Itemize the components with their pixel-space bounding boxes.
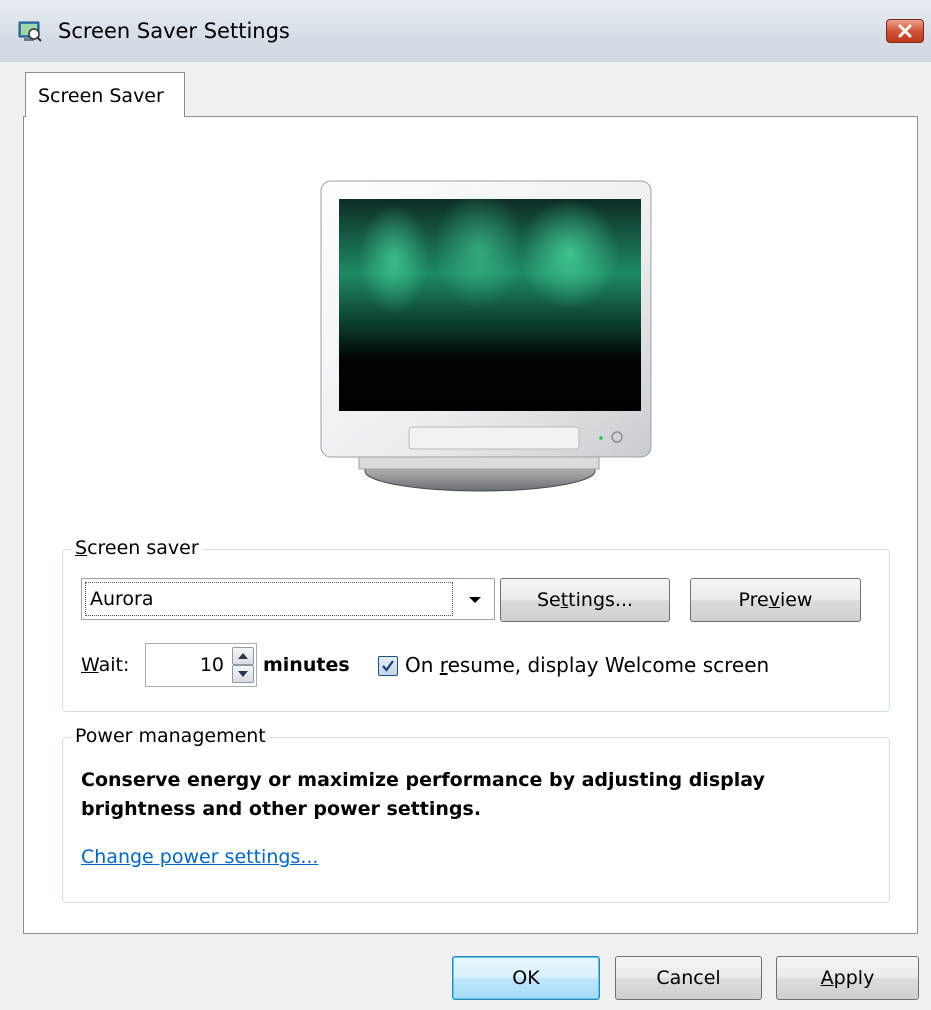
ok-button[interactable]: OK: [452, 956, 600, 1000]
tab-label: Screen Saver: [38, 85, 164, 107]
screen-saver-group: Screen saver Aurora Settings... Preview …: [62, 537, 890, 712]
resume-welcome-checkbox[interactable]: [378, 656, 398, 676]
wait-label: Wait:: [81, 654, 130, 676]
chevron-down-icon: [469, 597, 481, 603]
cancel-button[interactable]: Cancel: [615, 956, 762, 1000]
power-management-group: Power management Conserve energy or maxi…: [62, 725, 890, 903]
resume-welcome-label[interactable]: On resume, display Welcome screen: [405, 653, 769, 677]
dialog-client-area: Screen Saver Screen saver Aurora Setting…: [0, 62, 931, 1010]
checkmark-icon: [382, 660, 394, 672]
power-management-legend: Power management: [71, 725, 270, 747]
crt-monitor-preview: [299, 179, 661, 504]
screen-saver-app-icon: [18, 20, 42, 44]
power-description: Conserve energy or maximize performance …: [81, 769, 765, 820]
screen-saver-dropdown-value-box: Aurora: [85, 582, 453, 616]
minutes-label: minutes: [263, 654, 350, 676]
tab-panel: Screen saver Aurora Settings... Preview …: [23, 116, 918, 934]
title-bar[interactable]: Screen Saver Settings: [0, 0, 931, 63]
window-title: Screen Saver Settings: [58, 19, 290, 43]
chevron-up-icon: [238, 653, 248, 659]
chevron-down-icon: [238, 671, 248, 677]
preview-button[interactable]: Preview: [690, 578, 861, 622]
change-power-settings-link[interactable]: Change power settings...: [81, 846, 318, 868]
screen-saver-selected: Aurora: [90, 588, 154, 610]
wait-decrement-button[interactable]: [232, 665, 254, 683]
close-icon: [898, 24, 912, 38]
wait-minutes-value: 10: [199, 654, 224, 676]
screen-saver-dropdown[interactable]: Aurora: [81, 578, 495, 620]
close-button[interactable]: [886, 19, 924, 43]
tab-screen-saver[interactable]: Screen Saver: [25, 72, 185, 117]
apply-button[interactable]: Apply: [776, 956, 919, 1000]
settings-button[interactable]: Settings...: [500, 578, 670, 622]
screen-saver-group-legend: Screen saver: [71, 537, 203, 559]
wait-minutes-stepper[interactable]: 10: [145, 643, 257, 687]
wait-increment-button[interactable]: [232, 647, 254, 665]
